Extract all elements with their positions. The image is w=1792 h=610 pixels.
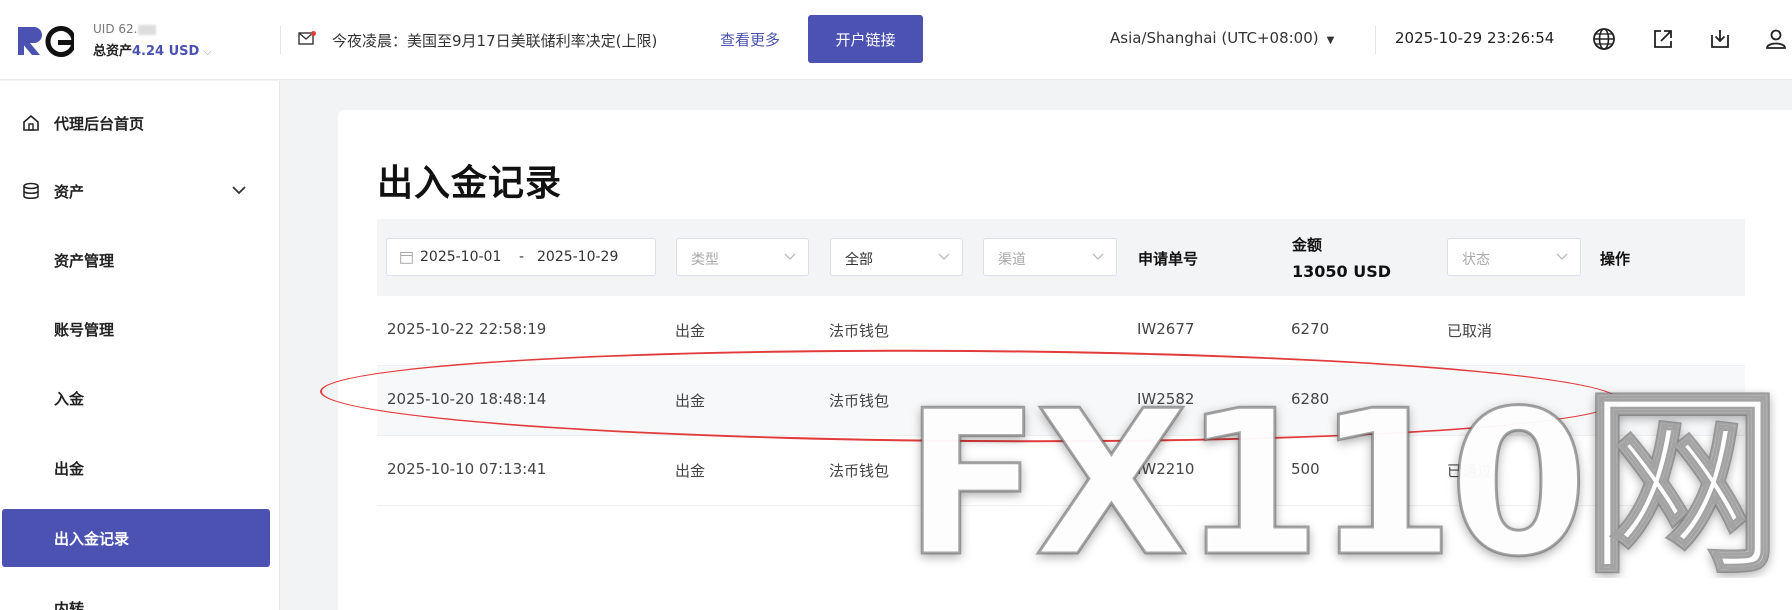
sidebar-item-label: 资产 <box>54 183 85 201</box>
timezone-select[interactable]: Asia/Shanghai (UTC+08:00) ▼ <box>1110 29 1334 47</box>
sidebar-item-label: 入金 <box>54 390 85 408</box>
fx110-watermark: FX110网 <box>902 368 1780 578</box>
type-select[interactable]: 类型 <box>676 238 809 276</box>
total-assets-value: 4.24 USD <box>132 44 200 59</box>
uid-label: UID 62. <box>93 22 157 36</box>
sidebar-item-account-management[interactable]: 账号管理 <box>0 300 280 358</box>
cell-amount: 6270 <box>1291 320 1330 338</box>
sidebar-item-label: 出入金记录 <box>54 530 130 548</box>
all-value: 全部 <box>845 252 873 268</box>
date-end: 2025-10-29 <box>537 249 619 265</box>
page-title: 出入金记录 <box>377 163 563 204</box>
channel-select[interactable]: 渠道 <box>983 238 1117 276</box>
view-more-link[interactable]: 查看更多 <box>720 29 780 50</box>
chevron-down-icon <box>784 253 796 260</box>
sidebar-item-asset-management[interactable]: 资产管理 <box>0 231 280 289</box>
sidebar-item-label: 代理后台首页 <box>54 115 145 133</box>
sidebar-item-label: 出金 <box>54 460 85 478</box>
divider <box>280 26 281 54</box>
calendar-icon <box>400 252 413 264</box>
chevron-down-icon <box>1092 253 1104 260</box>
user-icon[interactable] <box>1764 27 1788 51</box>
divider <box>1375 26 1376 54</box>
sidebar-item-label: 内转 <box>54 600 85 610</box>
sidebar-item-internal-transfer[interactable]: 内转 <box>0 579 280 610</box>
caret-down-icon: ▼ <box>1326 35 1335 46</box>
watermark-text: FX110网 <box>904 368 1776 578</box>
channel-placeholder: 渠道 <box>998 252 1026 268</box>
download-icon[interactable] <box>1708 27 1732 51</box>
all-select[interactable]: 全部 <box>830 238 963 276</box>
rg-logo <box>18 26 74 57</box>
cell-channel: 法币钱包 <box>829 322 890 340</box>
total-assets[interactable]: 总资产4.24 USD ⌵ <box>93 40 212 59</box>
column-amount: 金额 <box>1292 236 1323 254</box>
chevron-down-icon <box>938 253 950 260</box>
cell-type: 出金 <box>675 462 706 480</box>
cell-type: 出金 <box>675 322 706 340</box>
sidebar-item-label: 账号管理 <box>54 321 115 339</box>
date-start: 2025-10-01 <box>420 249 502 265</box>
sidebar-item-assets[interactable]: 资产 <box>0 162 280 220</box>
cell-order: IW2677 <box>1137 320 1195 338</box>
sidebar-item-withdraw[interactable]: 出金 <box>0 439 280 497</box>
column-action: 操作 <box>1600 250 1631 268</box>
chevron-down-icon <box>232 186 246 195</box>
current-datetime: 2025-10-29 23:26:54 <box>1395 29 1555 47</box>
cell-status: 已取消 <box>1447 322 1493 340</box>
sidebar: 代理后台首页 资产 资产管理 账号管理 入金 出金 出入金记录 内转 <box>0 81 280 610</box>
sidebar-item-dashboard[interactable]: 代理后台首页 <box>0 94 280 152</box>
status-placeholder: 状态 <box>1462 252 1490 268</box>
external-link-icon[interactable] <box>1651 27 1675 51</box>
chevron-down-icon <box>1556 253 1568 260</box>
home-icon <box>23 114 39 131</box>
notice-text[interactable]: 今夜凌晨：美国至9月17日美联储利率决定(上限) <box>332 30 657 51</box>
status-select[interactable]: 状态 <box>1447 238 1581 276</box>
date-range-picker[interactable]: 2025-10-01 - 2025-10-29 <box>386 238 656 276</box>
mail-icon <box>298 31 316 45</box>
date-separator: - <box>519 249 525 265</box>
amount-total: 13050 USD <box>1292 262 1392 281</box>
sidebar-item-label: 资产管理 <box>54 252 115 270</box>
database-icon <box>23 182 39 199</box>
type-placeholder: 类型 <box>691 252 719 268</box>
chevron-down-icon: ⌵ <box>203 45 212 58</box>
globe-icon[interactable] <box>1592 27 1616 51</box>
cell-time: 2025-10-10 07:13:41 <box>387 460 547 478</box>
top-bar: UID 62. 总资产4.24 USD ⌵ 今夜凌晨：美国至9月17日美联储利率决… <box>0 0 1792 80</box>
sidebar-item-deposit[interactable]: 入金 <box>0 369 280 427</box>
open-account-link-button[interactable]: 开户链接 <box>808 15 923 63</box>
cell-channel: 法币钱包 <box>829 462 890 480</box>
sidebar-item-transaction-records[interactable]: 出入金记录 <box>2 509 270 567</box>
column-order-number: 申请单号 <box>1138 250 1199 268</box>
cell-time: 2025-10-22 22:58:19 <box>387 320 547 338</box>
